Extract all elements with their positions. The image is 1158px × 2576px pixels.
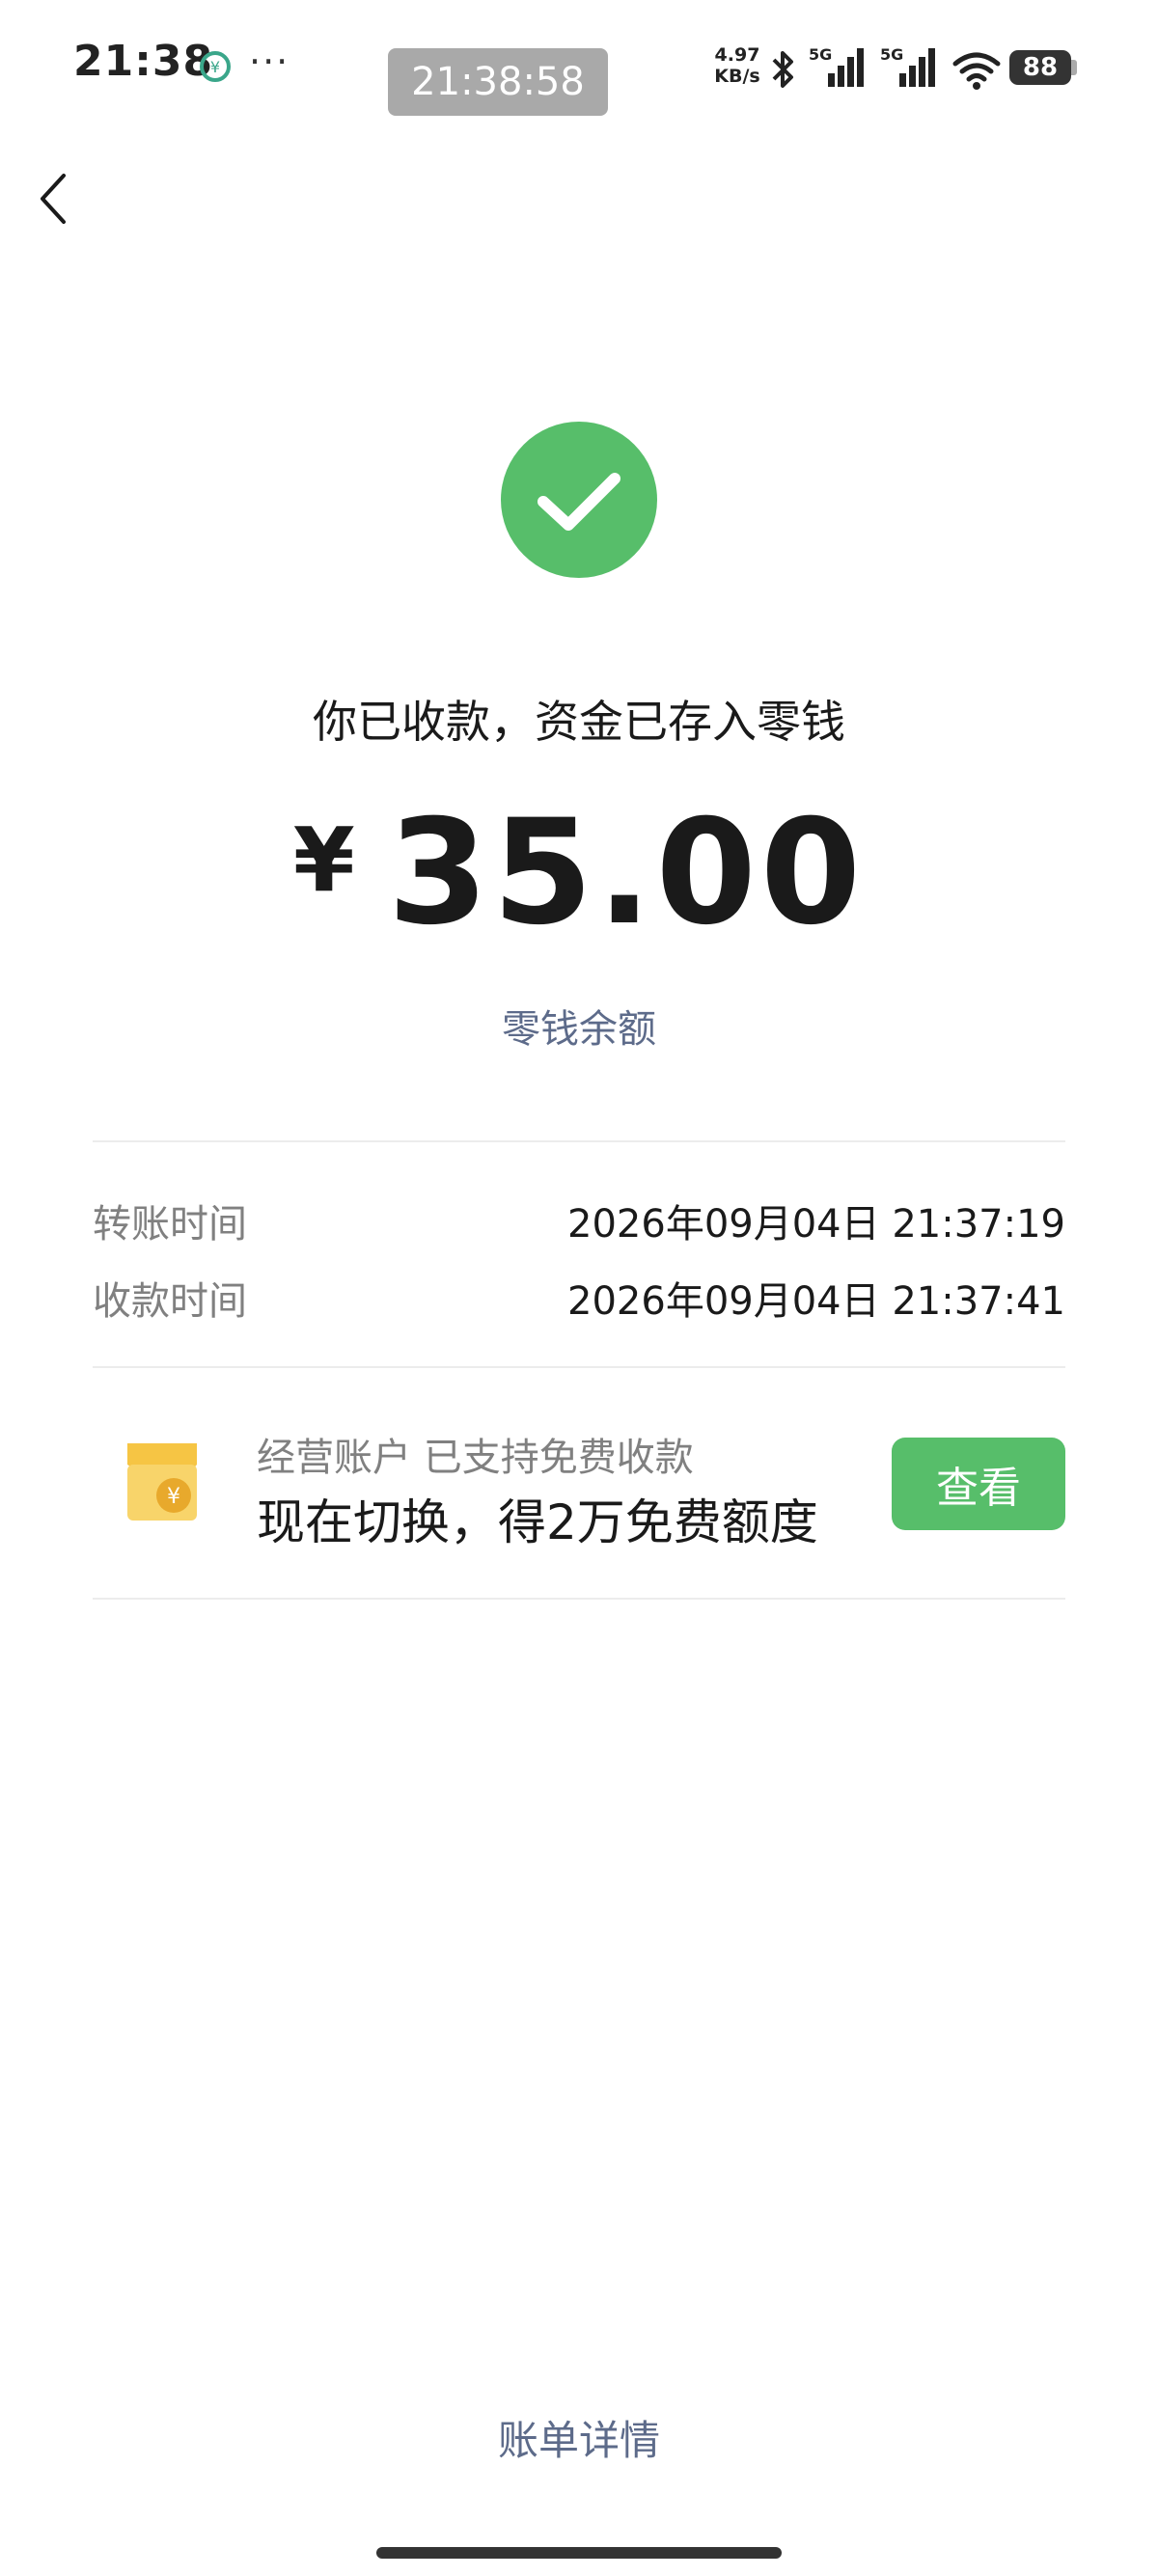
svg-text:¥: ¥ (167, 1485, 180, 1509)
svg-text:¥: ¥ (210, 58, 220, 76)
balance-link[interactable]: 零钱余额 (0, 998, 1158, 1054)
bill-detail-link[interactable]: 账单详情 (0, 2408, 1158, 2467)
home-indicator[interactable] (376, 2547, 782, 2559)
bluetooth-icon (772, 51, 793, 88)
promo-title: 现在切换，得2万免费额度 (257, 1494, 818, 1550)
svg-text:5G: 5G (880, 45, 903, 64)
receive-time-value: 2026年09月04日 21:37:41 (567, 1279, 1065, 1324)
wifi-icon (952, 52, 1001, 90)
more-notifications-icon: ··· (249, 41, 290, 83)
promo-subtitle: 经营账户 已支持免费收款 (257, 1436, 694, 1480)
amount-value: 35.00 (387, 789, 866, 957)
transfer-time-row: 转账时间 2026年09月04日 21:37:19 (93, 1192, 1065, 1248)
back-arrow-icon[interactable] (35, 172, 73, 226)
battery-tip (1071, 60, 1077, 75)
transfer-time-label: 转账时间 (93, 1202, 247, 1247)
divider (93, 1140, 1065, 1142)
view-button[interactable]: 查看 (892, 1438, 1065, 1530)
signal-sim1-icon: 5G (809, 45, 864, 87)
transfer-time-value: 2026年09月04日 21:37:19 (567, 1202, 1065, 1247)
receive-time-label: 收款时间 (93, 1279, 247, 1324)
status-time: 21:38 (73, 37, 214, 86)
divider (93, 1598, 1065, 1600)
currency-symbol: ¥ (292, 808, 355, 912)
screen-clock: 21:38:58 (388, 48, 608, 116)
app-notification-icon: ¥ (200, 51, 231, 82)
network-speed: 4.97 KB/s (714, 44, 760, 87)
success-check-icon (501, 422, 657, 578)
battery-indicator: 88 (1009, 50, 1071, 85)
receive-time-row: 收款时间 2026年09月04日 21:37:41 (93, 1270, 1065, 1326)
signal-sim2-icon: 5G (880, 45, 935, 87)
amount-display: ¥ 35.00 (0, 791, 1158, 955)
divider (93, 1366, 1065, 1368)
shop-icon: ¥ (127, 1443, 197, 1521)
svg-text:5G: 5G (809, 45, 832, 64)
received-message: 你已收款，资金已存入零钱 (313, 696, 845, 748)
